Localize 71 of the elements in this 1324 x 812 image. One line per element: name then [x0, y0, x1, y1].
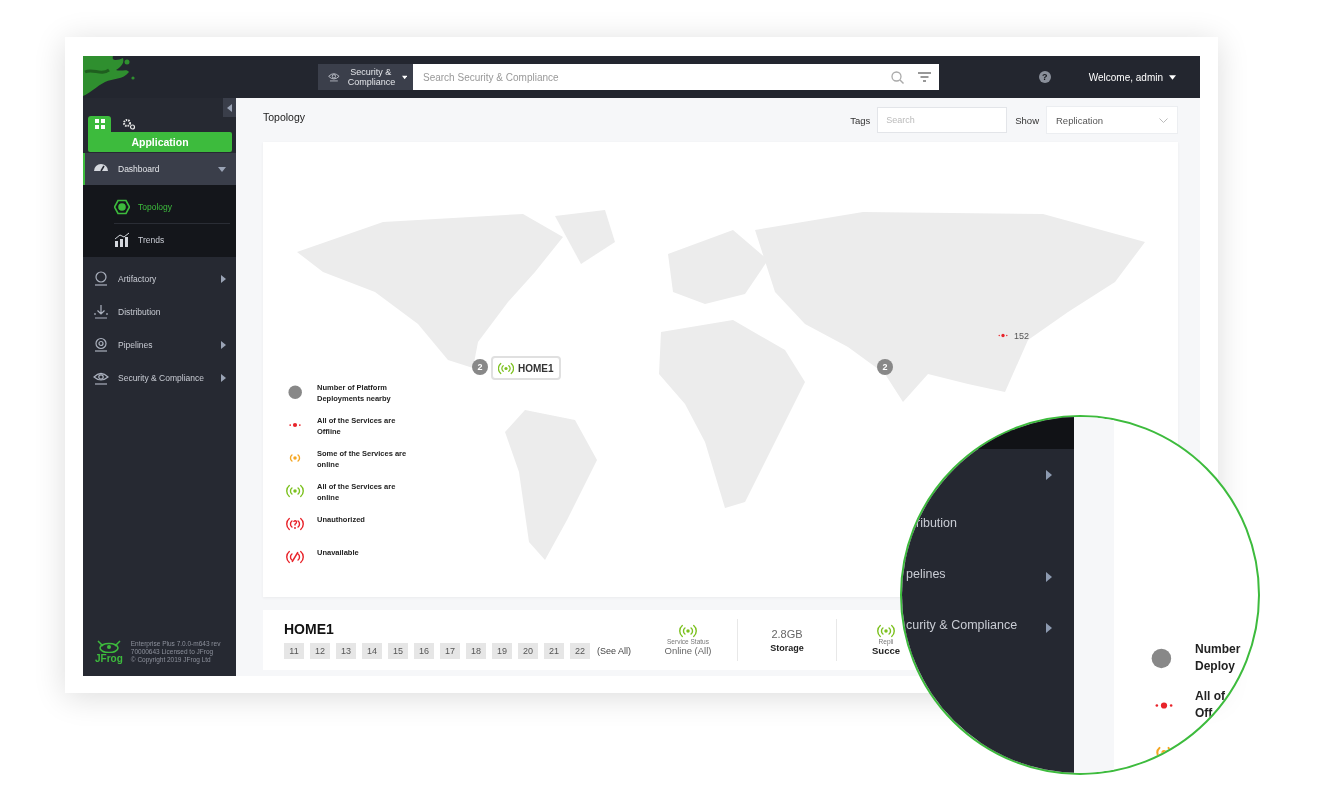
sidebar-item[interactable]: Dashboard [83, 153, 236, 185]
node-chip[interactable]: 21 [544, 643, 564, 659]
cluster-dot-icon [1151, 648, 1172, 669]
sidebar-item[interactable]: ribution [916, 516, 957, 530]
signal-icon [498, 361, 514, 375]
collapse-button[interactable] [223, 98, 236, 117]
scope-dropdown[interactable]: Security & Compliance [318, 64, 413, 90]
show-dropdown[interactable]: Replication [1046, 106, 1178, 134]
site-marker[interactable]: HOME1 [491, 356, 561, 380]
see-all-link[interactable]: (See All) [597, 646, 631, 656]
caret-icon [1169, 74, 1176, 80]
node-chip[interactable]: 16 [414, 643, 434, 659]
sidebar-item[interactable]: Artifactory [83, 262, 236, 295]
field-label: Tags [850, 114, 871, 126]
eye-icon [328, 70, 340, 84]
node-chip[interactable]: 15 [388, 643, 408, 659]
signal-icon [877, 624, 895, 638]
help-icon[interactable]: ? [1038, 71, 1051, 83]
search-icon[interactable] [891, 70, 904, 84]
node-chip[interactable]: 17 [440, 643, 460, 659]
node-chip[interactable]: 18 [466, 643, 486, 659]
ring-icon [93, 270, 109, 287]
grid-icon [94, 119, 105, 129]
sidebar-item[interactable]: Pipelines [83, 328, 236, 361]
section-header: Application [88, 132, 232, 152]
node-chip[interactable]: 19 [492, 643, 512, 659]
user-menu[interactable]: Welcome, admin [1088, 71, 1176, 83]
site-count: 152 [1014, 330, 1030, 341]
node-chip[interactable]: 11 [284, 643, 304, 659]
bar-chart-icon [114, 232, 130, 248]
legend-text: Deploy [1195, 659, 1235, 673]
hexagon-icon [114, 199, 130, 215]
page-title: Topology [263, 111, 306, 123]
submenu-item[interactable]: Trends [114, 224, 236, 256]
target-icon [93, 336, 109, 353]
chevron-down-icon [1159, 117, 1168, 123]
gears-icon [121, 118, 136, 130]
legend-text: All of [1195, 689, 1225, 703]
field-label: Show [1015, 114, 1039, 126]
search-bar[interactable]: Search Security & Compliance [413, 64, 939, 90]
cluster-count[interactable]: 2 [877, 359, 893, 375]
brand-name: JFrog [95, 653, 123, 664]
node-chip[interactable]: 14 [362, 643, 382, 659]
tags-search-field[interactable]: Search [877, 107, 1008, 133]
stat-value: Succe [872, 645, 900, 656]
signal-icon [679, 624, 697, 638]
legend-text: Number [1195, 642, 1241, 656]
signal-icon [286, 517, 304, 531]
cluster-count[interactable]: 2 [472, 359, 488, 375]
submenu-item[interactable]: Topology [114, 191, 230, 224]
node-chip[interactable]: 22 [570, 643, 590, 659]
sidebar-item[interactable]: Security & Compliance [83, 361, 236, 394]
stat-value: Online (All) [664, 645, 712, 656]
stat-value: 2.8GB [771, 627, 803, 640]
search-field[interactable]: Search Security & Compliance [421, 70, 877, 84]
caret-icon [401, 74, 407, 80]
sidebar-item[interactable]: pelines [906, 567, 946, 581]
legend-text: Off [1195, 706, 1213, 720]
cluster-dot-icon [287, 385, 303, 400]
filter-icon[interactable] [918, 72, 931, 82]
sidebar-item[interactable]: Distribution [83, 295, 236, 328]
signal-icon [286, 484, 304, 498]
collapse-arrow-icon [227, 103, 232, 112]
node-chip[interactable]: 12 [310, 643, 330, 659]
stat-label: Storage [770, 642, 804, 653]
site-name: HOME1 [284, 621, 335, 637]
signal-slash-icon [286, 550, 304, 564]
sidebar-item[interactable]: curity & Compliance [906, 618, 1018, 632]
download-icon [93, 303, 109, 320]
node-chip[interactable]: 20 [518, 643, 538, 659]
node-chip[interactable]: 13 [336, 643, 356, 659]
